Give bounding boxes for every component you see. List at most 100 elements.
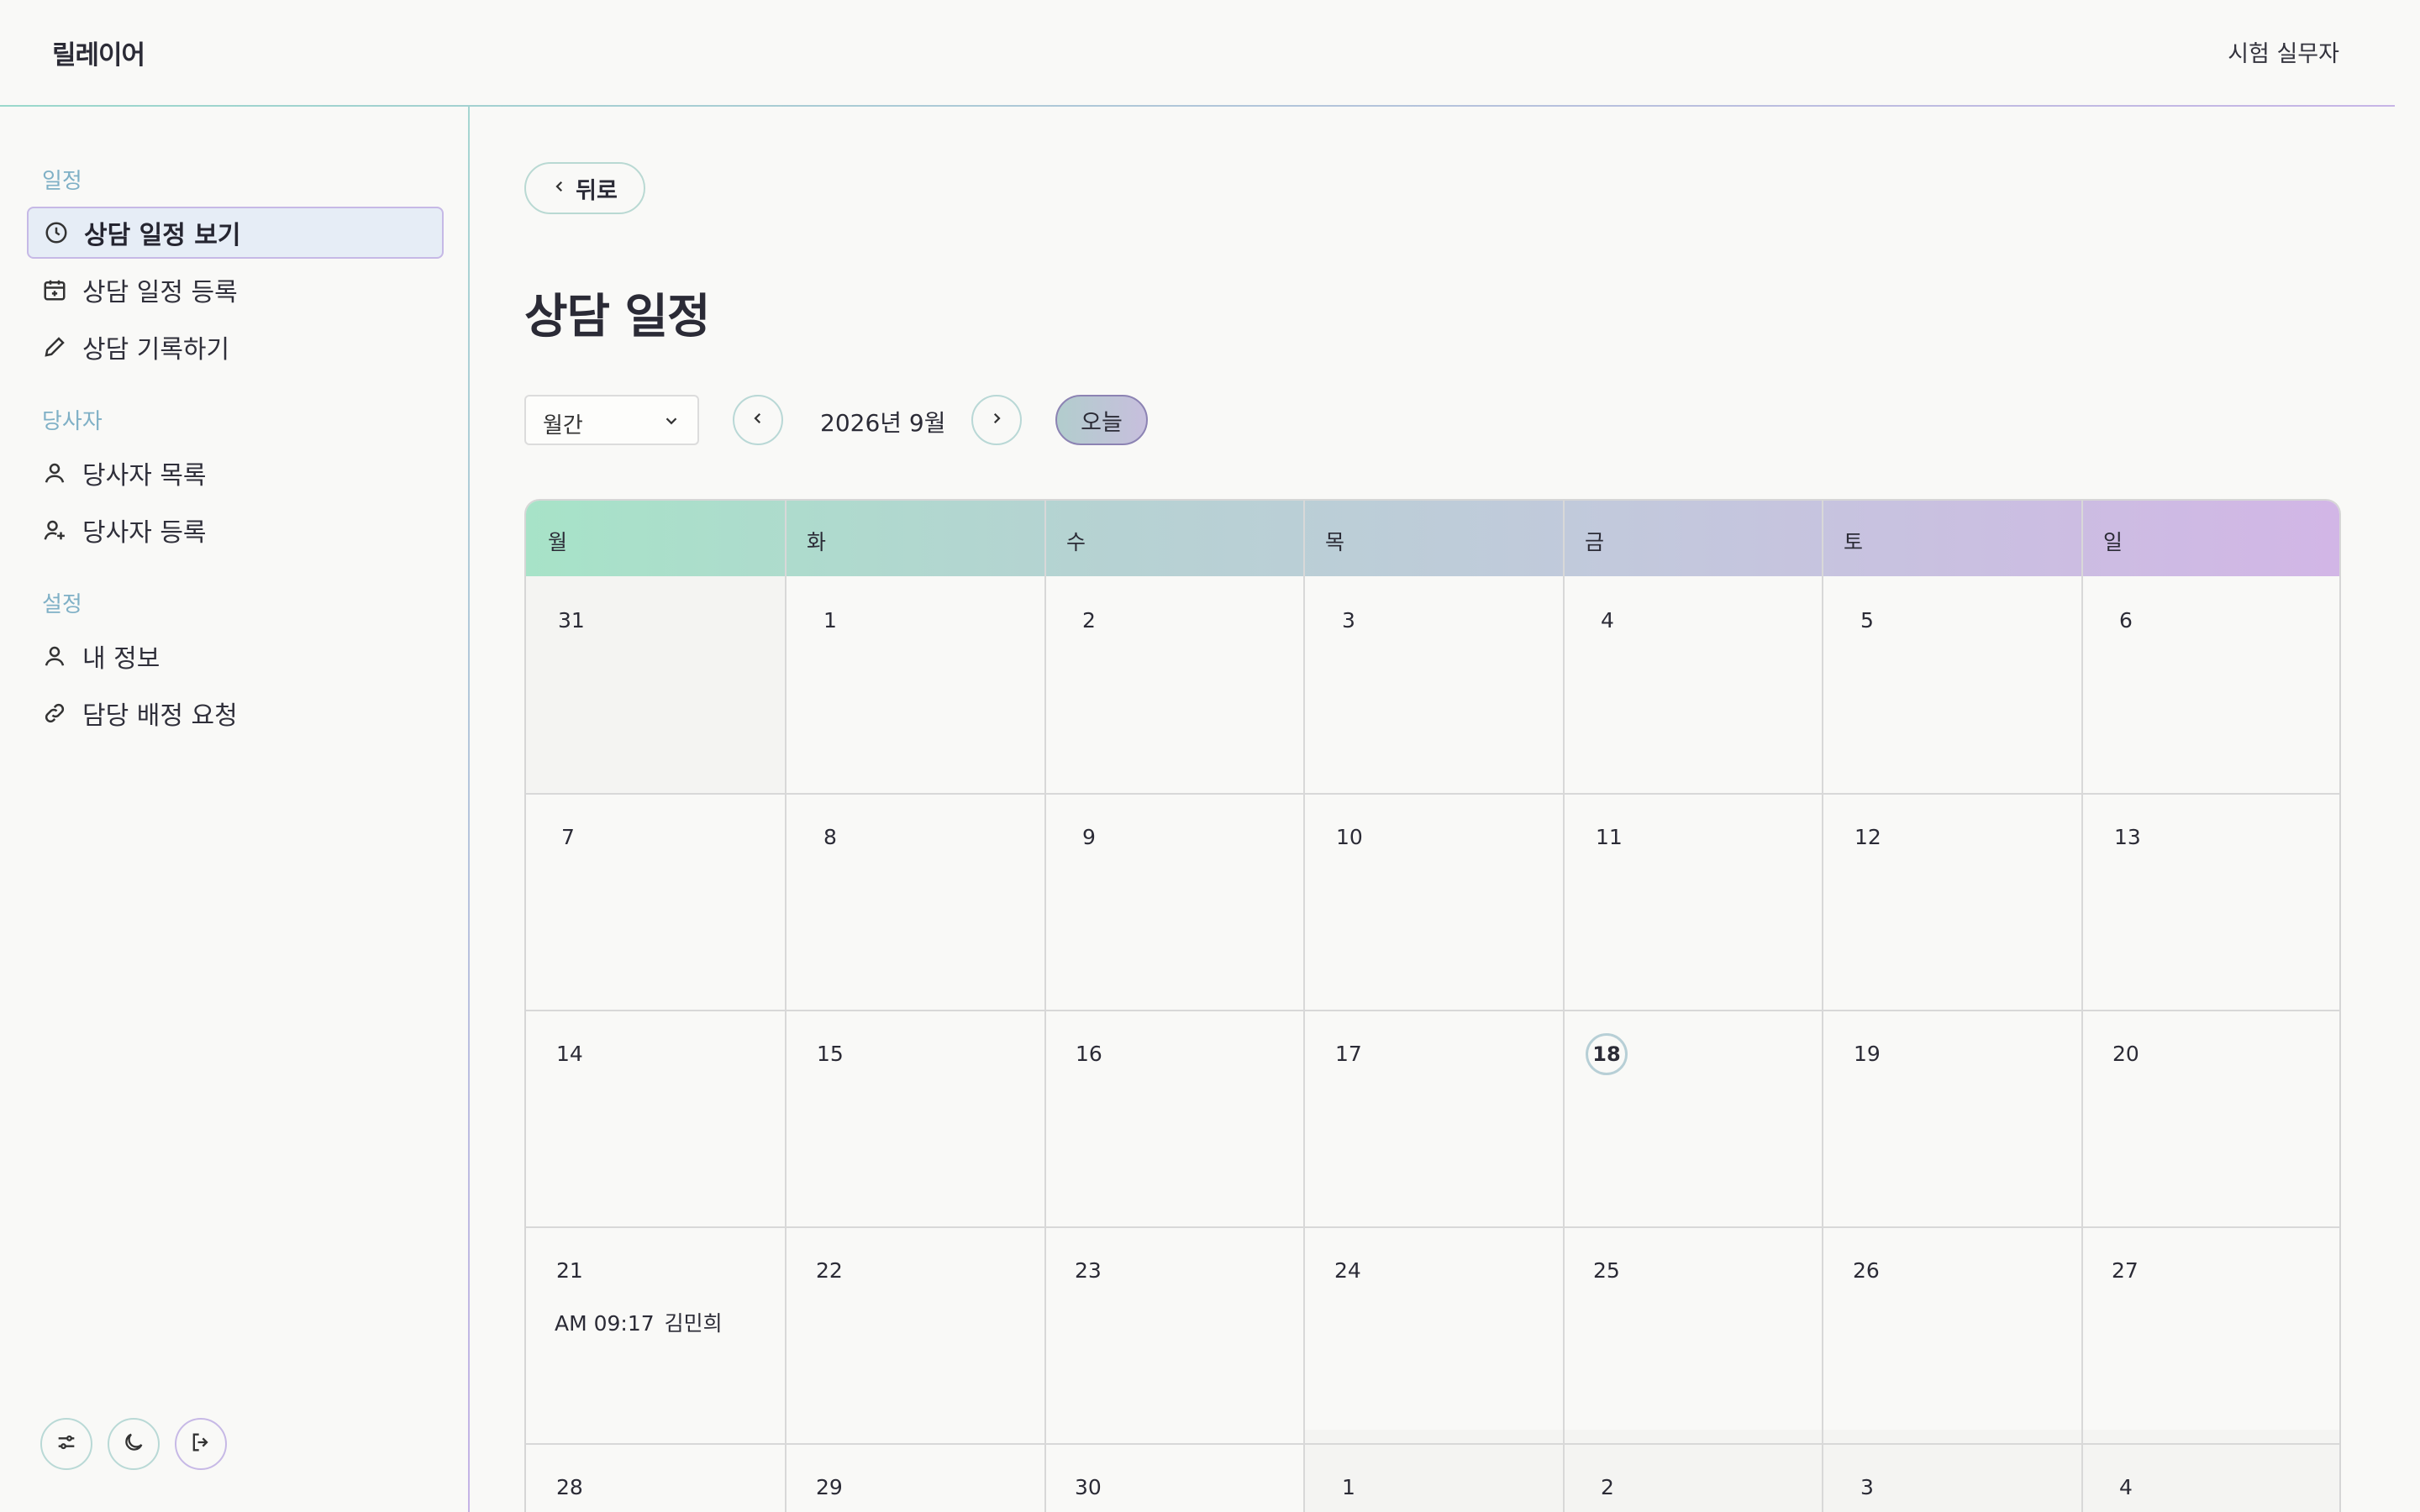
week-divider <box>526 1010 2339 1011</box>
day-cell-number[interactable]: 23 <box>1075 1258 1102 1283</box>
day-cell-number[interactable]: 31 <box>558 608 585 633</box>
sidebar: 일정 상담 일정 보기 상담 일정 등록 상담 기록하기 당사자 당사자 목록 … <box>0 107 468 1512</box>
weekday-wed: 수 <box>1066 530 1086 554</box>
section-label-settings: 설정 <box>42 592 82 617</box>
sidebar-item-label: 상담 기록하기 <box>82 335 230 365</box>
day-divider <box>1044 501 1046 1512</box>
view-mode-value: 월간 <box>543 413 583 438</box>
day-cell-number[interactable]: 30 <box>1075 1475 1102 1499</box>
user-icon <box>40 459 69 487</box>
weekday-header: 월 화 수 목 금 토 일 <box>526 501 2339 576</box>
day-cell-number[interactable]: 19 <box>1854 1042 1881 1066</box>
sidebar-item-label: 당사자 등록 <box>82 518 207 548</box>
weekday-sat: 토 <box>1844 530 1864 554</box>
dark-mode-button[interactable] <box>108 1418 160 1470</box>
weekday-thu: 목 <box>1325 530 1345 554</box>
moon-icon <box>122 1431 145 1457</box>
day-cell-number[interactable]: 20 <box>2112 1042 2139 1066</box>
day-cell-number[interactable]: 6 <box>2119 608 2133 633</box>
day-cell-number[interactable]: 3 <box>1342 608 1355 633</box>
section-label-schedule: 일정 <box>42 169 82 194</box>
user-plus-icon <box>40 516 69 544</box>
day-cell-number[interactable]: 28 <box>556 1475 583 1499</box>
day-cell-number[interactable]: 2 <box>1082 608 1096 633</box>
settings-button[interactable] <box>40 1418 92 1470</box>
day-divider <box>785 501 786 1512</box>
day-cell-number[interactable]: 21 <box>556 1258 583 1283</box>
sidebar-item-party-register[interactable]: 당사자 등록 <box>27 504 444 556</box>
day-cell-number[interactable]: 29 <box>816 1475 843 1499</box>
day-cell-number[interactable]: 14 <box>556 1042 583 1066</box>
sidebar-item-my-info[interactable]: 내 정보 <box>27 630 444 682</box>
day-cell-number[interactable]: 17 <box>1335 1042 1362 1066</box>
day-cell-number[interactable]: 24 <box>1334 1258 1361 1283</box>
day-cell-number[interactable]: 12 <box>1854 825 1881 849</box>
today-button[interactable]: 오늘 <box>1055 395 1148 445</box>
day-divider <box>1303 501 1305 1512</box>
weekday-tue: 화 <box>807 530 827 554</box>
weekday-sun: 일 <box>2103 530 2123 554</box>
week-divider <box>526 793 2339 795</box>
day-cell-number[interactable]: 1 <box>823 608 837 633</box>
day-cell-number[interactable]: 11 <box>1596 825 1623 849</box>
day-cell-number[interactable]: 25 <box>1593 1258 1620 1283</box>
day-cell-number[interactable]: 8 <box>823 825 837 849</box>
user-name[interactable]: 시험 실무자 <box>2228 35 2339 68</box>
calendar-event[interactable]: AM 09:17 김민희 <box>555 1307 723 1337</box>
today-button-label: 오늘 <box>1081 409 1123 436</box>
clock-icon <box>42 218 71 247</box>
day-cell-number[interactable]: 3 <box>1860 1475 1874 1499</box>
pencil-icon <box>40 333 69 361</box>
day-cell-number[interactable]: 9 <box>1082 825 1096 849</box>
weekday-mon: 월 <box>548 530 568 554</box>
day-cell-number[interactable]: 1 <box>1342 1475 1355 1499</box>
event-client-name: 김민희 <box>664 1311 723 1336</box>
logout-icon <box>189 1431 213 1457</box>
view-mode-select[interactable]: 월간 <box>524 395 699 445</box>
sidebar-item-schedule-register[interactable]: 상담 일정 등록 <box>27 264 444 316</box>
link-icon <box>40 699 69 727</box>
back-button-label: 뒤로 <box>576 177 618 204</box>
app-brand[interactable]: 릴레이어 <box>52 34 145 71</box>
today-date-marker[interactable]: 18 <box>1586 1033 1628 1075</box>
day-cell-number[interactable]: 26 <box>1853 1258 1880 1283</box>
calendar-plus-icon <box>40 276 69 304</box>
next-month-button[interactable] <box>971 395 1022 445</box>
section-label-parties: 당사자 <box>42 409 103 434</box>
top-bar: 릴레이어 시험 실무자 <box>0 0 2420 106</box>
sidebar-item-label: 당사자 목록 <box>82 461 207 491</box>
day-cell-number[interactable]: 4 <box>2119 1475 2133 1499</box>
week-divider <box>526 1443 2339 1445</box>
day-cell-number[interactable]: 2 <box>1601 1475 1614 1499</box>
logout-button[interactable] <box>175 1418 227 1470</box>
day-cell-number[interactable]: 22 <box>816 1258 843 1283</box>
day-cell-number[interactable]: 16 <box>1076 1042 1102 1066</box>
day-cell-number[interactable]: 27 <box>2112 1258 2139 1283</box>
sidebar-item-party-list[interactable]: 당사자 목록 <box>27 447 444 499</box>
prev-month-button[interactable] <box>733 395 783 445</box>
user-icon <box>40 642 69 670</box>
chevron-left-icon <box>552 179 567 197</box>
day-divider <box>1822 501 1823 1512</box>
weekday-fri: 금 <box>1585 530 1605 554</box>
day-divider <box>1563 501 1565 1512</box>
chevron-left-icon <box>750 411 765 429</box>
sliders-icon <box>55 1431 78 1457</box>
sidebar-item-schedule-view[interactable]: 상담 일정 보기 <box>27 207 444 259</box>
sidebar-item-label: 내 정보 <box>82 644 160 674</box>
day-cell-number[interactable]: 10 <box>1336 825 1363 849</box>
sidebar-item-assignment-request[interactable]: 담당 배정 요청 <box>27 687 444 739</box>
day-cell-number[interactable]: 13 <box>2114 825 2141 849</box>
back-button[interactable]: 뒤로 <box>524 162 645 214</box>
sidebar-item-counsel-record[interactable]: 상담 기록하기 <box>27 321 444 373</box>
day-cell-number[interactable]: 7 <box>561 825 575 849</box>
chevron-down-icon <box>662 412 681 433</box>
day-cell-number[interactable]: 15 <box>817 1042 844 1066</box>
sidebar-item-label: 담당 배정 요청 <box>82 701 238 731</box>
day-divider <box>2081 501 2083 1512</box>
month-calendar: 월 화 수 목 금 토 일 31 1 2 3 4 5 6 7 8 9 10 11… <box>524 499 2341 1512</box>
day-cell-number[interactable]: 5 <box>1860 608 1874 633</box>
event-time: AM 09:17 <box>555 1311 655 1336</box>
page-title: 상담 일정 <box>524 290 711 344</box>
day-cell-number[interactable]: 4 <box>1601 608 1614 633</box>
